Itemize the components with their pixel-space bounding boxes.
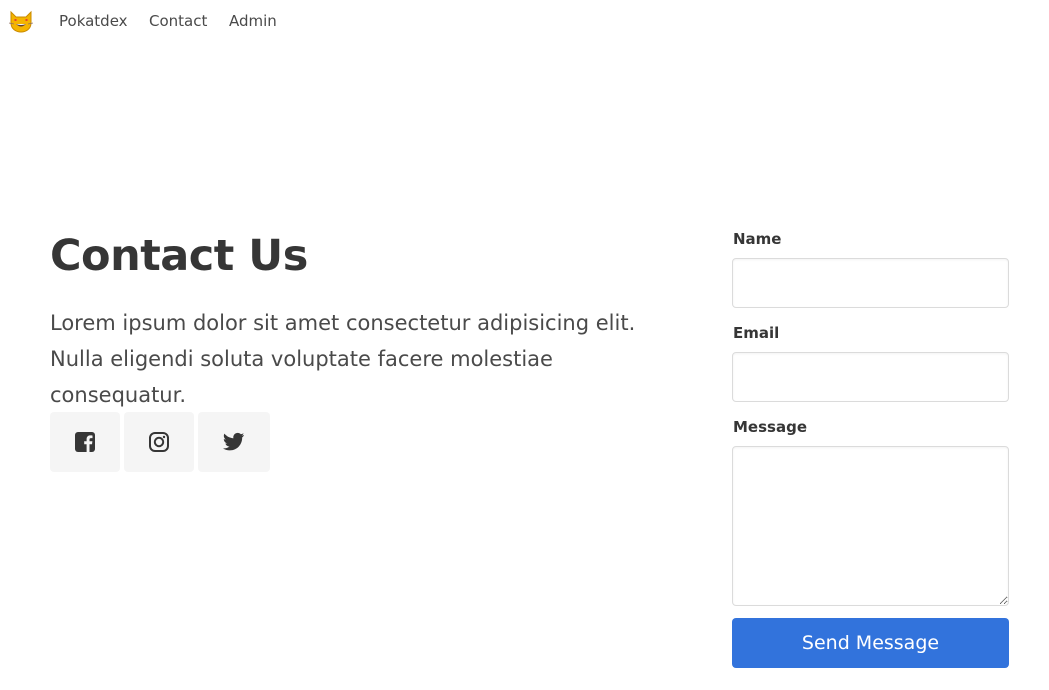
twitter-button[interactable] [198, 412, 270, 472]
cat-logo-icon[interactable] [8, 9, 34, 33]
message-label: Message [733, 418, 807, 436]
name-input[interactable] [732, 258, 1009, 308]
send-message-button[interactable]: Send Message [732, 618, 1009, 668]
name-label: Name [733, 230, 782, 248]
nav-link-contact[interactable]: Contact [149, 12, 207, 30]
nav-link-pokatdex[interactable]: Pokatdex [59, 12, 128, 30]
twitter-icon [223, 432, 245, 451]
nav-link-admin[interactable]: Admin [229, 12, 277, 30]
instagram-button[interactable] [124, 412, 194, 472]
page-title: Contact Us [50, 231, 308, 281]
instagram-icon [149, 432, 169, 452]
email-label: Email [733, 324, 780, 342]
navbar: Pokatdex Contact Admin [0, 0, 1049, 42]
facebook-button[interactable] [50, 412, 120, 472]
email-input[interactable] [732, 352, 1009, 402]
message-textarea[interactable] [732, 446, 1009, 606]
page-description: Lorem ipsum dolor sit amet consectetur a… [50, 311, 636, 407]
facebook-icon [75, 432, 95, 452]
